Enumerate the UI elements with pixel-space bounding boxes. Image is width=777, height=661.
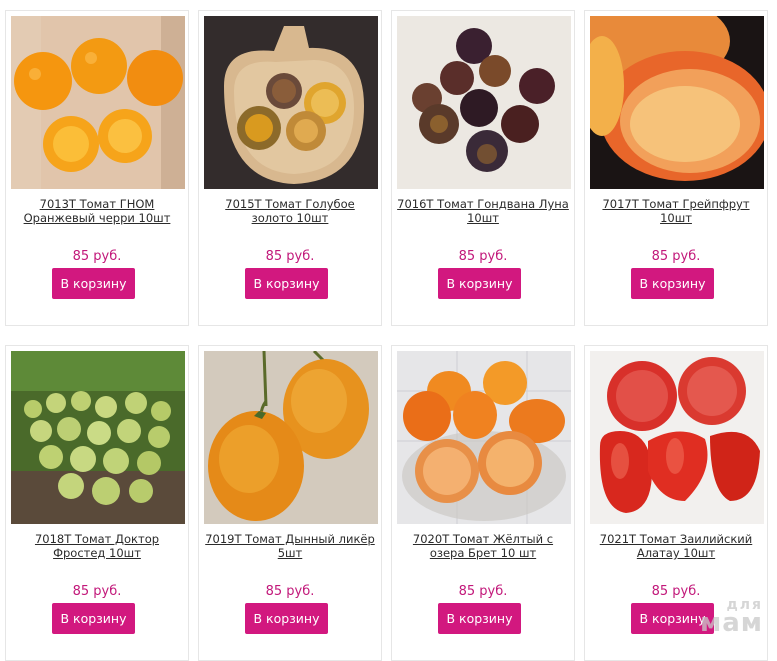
product-price: 85 руб. [72,584,122,599]
add-to-cart-button[interactable]: В корзину [438,603,521,634]
product-card: 7013T Томат ГНОМ Оранжевый черри 10шт 85… [5,10,189,326]
watermark-main-text: мам [699,607,763,638]
product-price: 85 руб. [458,249,508,264]
product-title-link[interactable]: 7018T Томат Доктор Фростед 10шт [10,532,184,560]
add-to-cart-button[interactable]: В корзину [245,603,328,634]
product-card: 7016T Томат Гондвана Луна 10шт 85 руб. В… [391,10,575,326]
product-image[interactable] [590,351,764,524]
product-card: 7019T Томат Дынный ликёр 5шт 85 руб. В к… [198,345,382,661]
product-card: 7015T Томат Голубое золото 10шт 85 руб. … [198,10,382,326]
product-title-link[interactable]: 7021T Томат Заилийский Алатау 10шт [589,532,763,560]
product-image[interactable] [590,16,764,189]
product-price: 85 руб. [265,249,315,264]
product-price: 85 руб. [458,584,508,599]
product-card: 7020T Томат Жёлтый с озера Брет 10 шт 85… [391,345,575,661]
product-price: 85 руб. [651,249,701,264]
product-price: 85 руб. [265,584,315,599]
product-image[interactable] [204,16,378,189]
product-title-link[interactable]: 7015T Томат Голубое золото 10шт [203,197,377,225]
product-price: 85 руб. [72,249,122,264]
product-image[interactable] [11,351,185,524]
add-to-cart-button[interactable]: В корзину [52,268,135,299]
product-card: 7018T Томат Доктор Фростед 10шт 85 руб. … [5,345,189,661]
product-card: 7017T Томат Грейпфрут 10шт 85 руб. В кор… [584,10,768,326]
product-title-link[interactable]: 7016T Томат Гондвана Луна 10шт [396,197,570,225]
product-title-link[interactable]: 7013T Томат ГНОМ Оранжевый черри 10шт [10,197,184,225]
add-to-cart-button[interactable]: В корзину [438,268,521,299]
product-title-link[interactable]: 7020T Томат Жёлтый с озера Брет 10 шт [396,532,570,560]
product-title-link[interactable]: 7017T Томат Грейпфрут 10шт [589,197,763,225]
product-grid: 7013T Томат ГНОМ Оранжевый черри 10шт 85… [5,10,768,661]
site-watermark-logo: для мам [699,598,763,638]
add-to-cart-button[interactable]: В корзину [245,268,328,299]
product-title-link[interactable]: 7019T Томат Дынный ликёр 5шт [203,532,377,560]
add-to-cart-button[interactable]: В корзину [631,268,714,299]
product-image[interactable] [11,16,185,189]
add-to-cart-button[interactable]: В корзину [52,603,135,634]
product-image[interactable] [397,351,571,524]
product-image[interactable] [204,351,378,524]
product-image[interactable] [397,16,571,189]
